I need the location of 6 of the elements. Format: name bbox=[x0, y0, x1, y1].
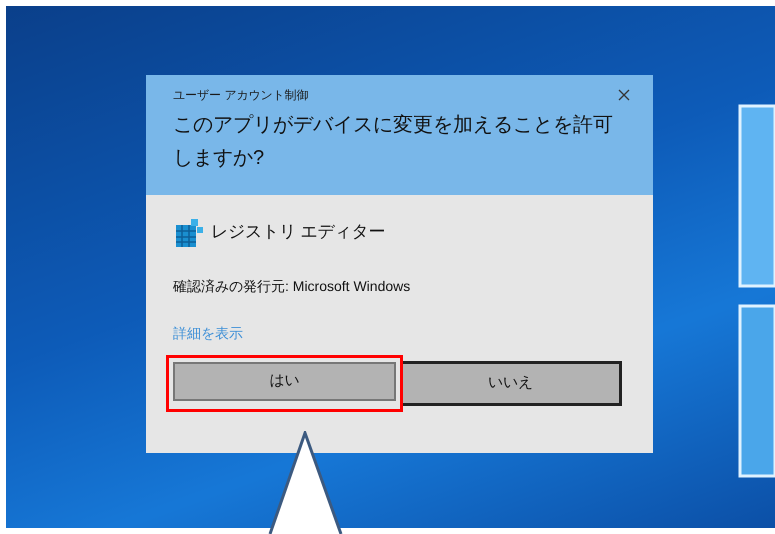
question-text: このアプリがデバイスに変更を加えることを許可しますか? bbox=[173, 113, 614, 171]
app-name: レジストリ エディター bbox=[211, 221, 386, 244]
publisher-text: 確認済みの発行元: Microsoft Windows bbox=[173, 277, 410, 296]
window-title: ユーザー アカウント制御 bbox=[173, 87, 308, 104]
close-icon bbox=[618, 89, 630, 101]
dialog-button[interactable]: はい bbox=[173, 362, 396, 401]
